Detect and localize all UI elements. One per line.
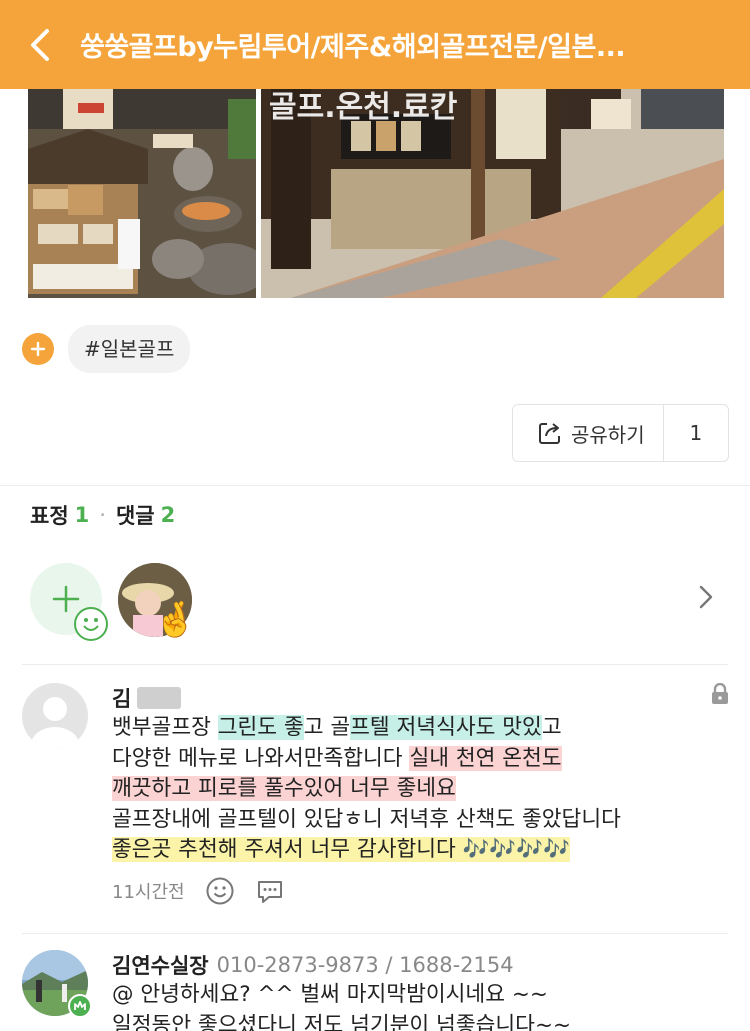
share-icon <box>539 423 560 444</box>
add-reaction-icon[interactable] <box>205 876 235 906</box>
comment-text-segment: 뱃부골프장 <box>112 715 218 740</box>
reaction-emoji-icon: 🤞 <box>154 600 197 640</box>
comments-count: 2 <box>160 503 176 527</box>
highlighted-text: 프텔 저녁식사도 맛있 <box>350 715 542 740</box>
tag-row: #일본골프 <box>22 325 191 373</box>
author-phones: 010-2873-9873 / 1688-2154 <box>216 953 514 977</box>
comment-text-line: 뱃부골프장 그린도 좋고 골프텔 저녁식사도 맛있고 <box>112 713 730 744</box>
author-name: 김연수실장 <box>112 954 209 978</box>
share-box: 공유하기 1 <box>512 404 729 462</box>
post-photos: 골프.온천.료칸 <box>28 89 724 298</box>
comment-text-line: 다양한 메뉴로 나와서만족합니다 실내 천연 온천도 <box>112 744 730 775</box>
lock-icon <box>710 682 730 709</box>
comment-item: 김 뱃부골프장 그린도 좋고 골프텔 저녁식사도 맛있고 다양한 메뉴로 나와서만… <box>22 682 730 915</box>
top-app-bar: 쑹쑹골프by누림투어/제주&해외골프전문/일본... <box>0 0 750 89</box>
divider <box>22 933 728 934</box>
comment-text-line: 좋은곳 추천해 주셔서 너무 감사합니다 🎶🎶🎶🎶 <box>112 835 730 866</box>
comment-time: 11시간전 <box>112 881 185 903</box>
comment-body: 김 뱃부골프장 그린도 좋고 골프텔 저녁식사도 맛있고 다양한 메뉴로 나와서만… <box>112 682 730 908</box>
comment-body: 김연수실장 010-2873-9873 / 1688-2154 @ 안녕하세요?… <box>112 950 730 1031</box>
reactions-label: 표정 <box>30 504 69 528</box>
avatar[interactable] <box>22 683 88 749</box>
section-divider <box>0 485 750 486</box>
comment-text-line: 일정동안 좋으셨다니 저도 넘기분이 넘좋습니다~~ <box>112 1012 571 1031</box>
comment-meta: 11시간전 <box>112 874 730 908</box>
reply-icon[interactable] <box>255 876 285 906</box>
reaction-comment-stats: 표정 1 · 댓글 2 <box>30 500 175 530</box>
back-button[interactable] <box>0 0 80 89</box>
comment-text-line: 깨끗하고 피로를 풀수있어 너무 좋네요 <box>112 774 730 805</box>
reactions-count: 1 <box>74 503 90 527</box>
comment-text-segment: 고 골 <box>303 715 351 740</box>
comment-text-segment: 다양한 메뉴로 나와서만족합니다 <box>112 745 410 771</box>
blurred-name <box>137 687 182 709</box>
photo-street-onsen-town[interactable]: 골프.온천.료칸 <box>261 89 724 298</box>
share-label: 공유하기 <box>571 422 645 447</box>
comment-text: 뱃부골프장 그린도 좋고 골프텔 저녁식사도 맛있고 다양한 메뉴로 나와서만족합… <box>112 713 730 866</box>
comment-author[interactable]: 김연수실장 010-2873-9873 / 1688-2154 <box>112 950 730 980</box>
share-button[interactable]: 공유하기 <box>513 405 664 461</box>
stats-separator: · <box>99 503 106 527</box>
comment-text-line: @ 안녕하세요? ^^ 벌써 마지막밤이시네요 ~~ <box>112 982 548 1007</box>
comment-text-segment: 골프장내에 골프텔이 있답ㅎ니 저녁후 산책도 좋았답니다 <box>112 806 621 832</box>
divider <box>22 664 728 665</box>
add-tag-button[interactable] <box>22 333 54 365</box>
reaction-row: 🤞 <box>30 560 730 641</box>
chevron-right-icon[interactable] <box>698 584 714 614</box>
photo-overlay-text: 골프.온천.료칸 <box>269 90 458 125</box>
highlighted-text: 좋은곳 추천해 주셔서 너무 감사합니다 🎶🎶🎶🎶 <box>112 837 570 862</box>
comment-item: 김연수실장 010-2873-9873 / 1688-2154 @ 안녕하세요?… <box>22 950 730 1031</box>
share-count: 1 <box>689 421 703 445</box>
verified-badge-icon <box>68 994 92 1018</box>
tag-chip[interactable]: #일본골프 <box>68 325 191 373</box>
smile-icon <box>74 607 108 641</box>
cafe-title: 쑹쑹골프by누림투어/제주&해외골프전문/일본... <box>80 32 626 63</box>
plus-icon <box>30 341 46 357</box>
highlighted-text: 실내 천연 온천도 <box>409 745 562 771</box>
comment-text-segment: 고 <box>541 715 562 740</box>
author-name: 김 <box>112 687 132 711</box>
comment-text-line: 골프장내에 골프텔이 있답ㅎ니 저녁후 산책도 좋았답니다 <box>112 805 730 836</box>
photo-onsen-egg-steamer[interactable] <box>28 89 256 298</box>
chevron-left-icon <box>31 28 49 61</box>
add-reaction-button[interactable] <box>30 563 108 641</box>
comment-author[interactable]: 김 <box>112 683 730 713</box>
highlighted-text: 깨끗하고 피로를 풀수있어 너무 좋네요 <box>112 776 456 801</box>
comments-label: 댓글 <box>115 504 155 528</box>
highlighted-text: 그린도 좋 <box>217 715 304 740</box>
